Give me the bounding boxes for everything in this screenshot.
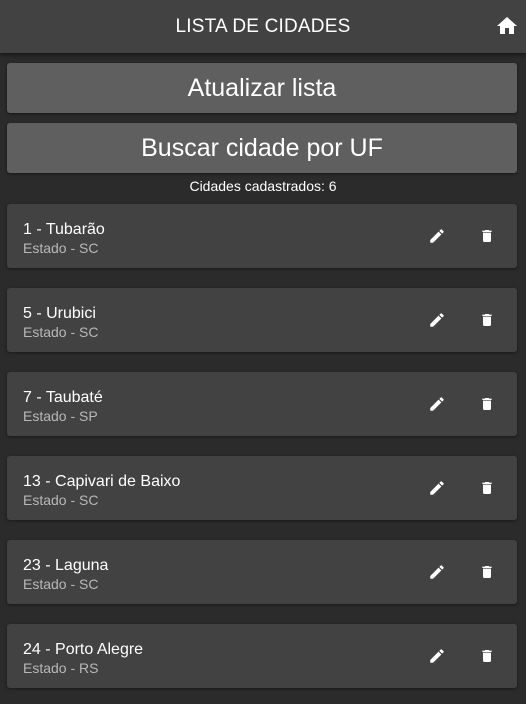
- refresh-list-button[interactable]: Atualizar lista: [7, 63, 517, 113]
- edit-city-button[interactable]: [425, 476, 449, 500]
- page-title: LISTA DE CIDADES: [175, 15, 351, 37]
- trash-icon: [482, 650, 492, 662]
- city-state: Estado - SC: [23, 492, 99, 508]
- city-title: 13 - Capivari de Baixo: [23, 473, 181, 490]
- city-card: 1 - Tubarão Estado - SC: [7, 204, 517, 268]
- edit-city-button[interactable]: [425, 308, 449, 332]
- search-by-uf-button[interactable]: Buscar cidade por UF: [7, 123, 517, 173]
- city-card: 24 - Porto Alegre Estado - RS: [7, 624, 517, 688]
- trash-icon: [482, 566, 492, 578]
- city-title: 23 - Laguna: [23, 557, 109, 574]
- delete-city-button[interactable]: [475, 476, 499, 500]
- city-list: 1 - Tubarão Estado - SC 5 - Urubici Esta…: [7, 204, 517, 704]
- trash-icon: [482, 230, 492, 242]
- pencil-icon: [430, 481, 444, 495]
- delete-city-button[interactable]: [475, 308, 499, 332]
- delete-city-button[interactable]: [475, 560, 499, 584]
- pencil-icon: [430, 229, 444, 243]
- trash-icon: [482, 398, 492, 410]
- trash-icon: [482, 314, 492, 326]
- city-title: 1 - Tubarão: [23, 221, 105, 238]
- pencil-icon: [430, 649, 444, 663]
- home-button[interactable]: [496, 14, 518, 36]
- city-state: Estado - SC: [23, 324, 99, 340]
- delete-city-button[interactable]: [475, 224, 499, 248]
- edit-city-button[interactable]: [425, 392, 449, 416]
- cities-count: Cidades cadastrados: 6: [189, 178, 337, 194]
- trash-icon: [482, 482, 492, 494]
- pencil-icon: [430, 565, 444, 579]
- edit-city-button[interactable]: [425, 644, 449, 668]
- city-title: 7 - Taubaté: [23, 389, 103, 406]
- city-card: 13 - Capivari de Baixo Estado - SC: [7, 456, 517, 520]
- edit-city-button[interactable]: [425, 560, 449, 584]
- home-icon: [497, 17, 517, 34]
- city-title: 24 - Porto Alegre: [23, 641, 144, 658]
- city-card: 7 - Taubaté Estado - SP: [7, 372, 517, 436]
- pencil-icon: [430, 397, 444, 411]
- city-title: 5 - Urubici: [23, 305, 96, 322]
- edit-city-button[interactable]: [425, 224, 449, 248]
- city-state: Estado - SC: [23, 576, 99, 592]
- app-root: LISTA DE CIDADES Atualizar lista Buscar …: [0, 0, 526, 704]
- city-state: Estado - RS: [23, 660, 99, 676]
- pencil-icon: [430, 313, 444, 327]
- delete-city-button[interactable]: [475, 392, 499, 416]
- app-header: LISTA DE CIDADES: [0, 0, 526, 53]
- city-card: 23 - Laguna Estado - SC: [7, 540, 517, 604]
- delete-city-button[interactable]: [475, 644, 499, 668]
- city-state: Estado - SP: [23, 408, 98, 424]
- city-state: Estado - SC: [23, 240, 99, 256]
- city-card: 5 - Urubici Estado - SC: [7, 288, 517, 352]
